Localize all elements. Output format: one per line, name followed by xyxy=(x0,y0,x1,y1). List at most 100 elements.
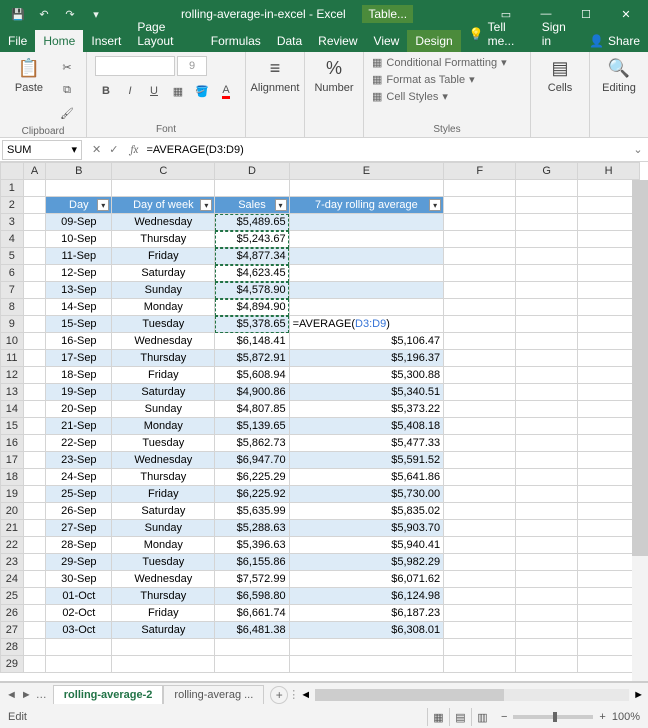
cell[interactable]: $6,308.01 xyxy=(289,622,444,639)
cell[interactable] xyxy=(289,180,444,197)
bold-button[interactable]: B xyxy=(95,80,117,102)
column-header[interactable]: B xyxy=(46,163,112,180)
cell[interactable] xyxy=(578,214,640,231)
cell[interactable]: $5,730.00 xyxy=(289,486,444,503)
column-header[interactable]: H xyxy=(578,163,640,180)
cell[interactable]: 01-Oct xyxy=(46,588,112,605)
cell[interactable] xyxy=(444,435,516,452)
row-header[interactable]: 17 xyxy=(1,452,24,469)
cell[interactable] xyxy=(578,452,640,469)
cell[interactable]: $5,373.22 xyxy=(289,401,444,418)
cell[interactable] xyxy=(444,265,516,282)
qat-customize-icon[interactable]: ▾ xyxy=(86,4,106,24)
cell[interactable] xyxy=(516,384,578,401)
cell[interactable]: $5,982.29 xyxy=(289,554,444,571)
redo-icon[interactable]: ↷ xyxy=(60,4,80,24)
sign-in[interactable]: Sign in xyxy=(534,16,581,52)
tab-review[interactable]: Review xyxy=(310,30,365,52)
row-header[interactable]: 23 xyxy=(1,554,24,571)
cell[interactable] xyxy=(578,282,640,299)
cell[interactable] xyxy=(578,367,640,384)
cell[interactable] xyxy=(516,180,578,197)
cell[interactable]: $6,148.41 xyxy=(215,333,289,350)
column-header[interactable]: A xyxy=(23,163,46,180)
cell[interactable]: $6,124.98 xyxy=(289,588,444,605)
cell[interactable] xyxy=(516,299,578,316)
name-box[interactable]: SUM▾ xyxy=(2,140,82,160)
tab-formulas[interactable]: Formulas xyxy=(203,30,269,52)
cell[interactable] xyxy=(444,571,516,588)
cell[interactable] xyxy=(444,350,516,367)
row-header[interactable]: 3 xyxy=(1,214,24,231)
cell[interactable]: $6,225.29 xyxy=(215,469,289,486)
row-header[interactable]: 2 xyxy=(1,197,24,214)
cell[interactable]: $6,661.74 xyxy=(215,605,289,622)
cell[interactable] xyxy=(23,316,46,333)
cell[interactable] xyxy=(578,622,640,639)
italic-button[interactable]: I xyxy=(119,80,141,102)
cell[interactable] xyxy=(23,401,46,418)
cell[interactable] xyxy=(289,248,444,265)
cell[interactable] xyxy=(444,299,516,316)
tab-nav-next-icon[interactable]: ► xyxy=(21,689,32,701)
row-header[interactable]: 25 xyxy=(1,588,24,605)
tab-home[interactable]: Home xyxy=(35,30,83,52)
tab-design[interactable]: Design xyxy=(407,30,460,52)
cancel-formula-icon[interactable]: ✕ xyxy=(92,143,101,156)
cell[interactable] xyxy=(444,180,516,197)
zoom-in-icon[interactable]: + xyxy=(599,711,605,723)
cell[interactable] xyxy=(112,656,215,673)
cell[interactable]: 17-Sep xyxy=(46,350,112,367)
cell[interactable] xyxy=(516,486,578,503)
cell[interactable] xyxy=(578,503,640,520)
cell[interactable] xyxy=(444,316,516,333)
table-header-cell[interactable]: 7-day rolling average▾ xyxy=(289,197,444,214)
cell[interactable]: $5,408.18 xyxy=(289,418,444,435)
row-header[interactable]: 20 xyxy=(1,503,24,520)
sheet-tab[interactable]: rolling-averag ... xyxy=(163,685,264,704)
cell[interactable]: Tuesday xyxy=(112,554,215,571)
cell[interactable] xyxy=(46,180,112,197)
scroll-left-icon[interactable]: ◄ xyxy=(300,689,311,701)
row-header[interactable]: 1 xyxy=(1,180,24,197)
cell[interactable]: $5,139.65 xyxy=(215,418,289,435)
cell[interactable]: 30-Sep xyxy=(46,571,112,588)
cell[interactable]: $6,071.62 xyxy=(289,571,444,588)
table-header-cell[interactable]: Day▾ xyxy=(46,197,112,214)
cell[interactable] xyxy=(23,622,46,639)
row-header[interactable]: 4 xyxy=(1,231,24,248)
tab-data[interactable]: Data xyxy=(269,30,310,52)
row-header[interactable]: 21 xyxy=(1,520,24,537)
cell[interactable] xyxy=(578,197,640,214)
select-all-cell[interactable] xyxy=(1,163,24,180)
cell[interactable] xyxy=(578,435,640,452)
cell[interactable]: $5,288.63 xyxy=(215,520,289,537)
cell[interactable] xyxy=(444,520,516,537)
cell[interactable] xyxy=(516,554,578,571)
cell[interactable] xyxy=(112,639,215,656)
cell[interactable]: 09-Sep xyxy=(46,214,112,231)
font-size-input[interactable]: 9 xyxy=(177,56,207,76)
cell[interactable]: $6,225.92 xyxy=(215,486,289,503)
cell[interactable]: 14-Sep xyxy=(46,299,112,316)
cell[interactable] xyxy=(23,486,46,503)
table-header-cell[interactable]: Day of week▾ xyxy=(112,197,215,214)
cell[interactable] xyxy=(444,537,516,554)
cell[interactable] xyxy=(578,248,640,265)
cell[interactable] xyxy=(23,299,46,316)
row-header[interactable]: 26 xyxy=(1,605,24,622)
cell[interactable]: Saturday xyxy=(112,622,215,639)
cell[interactable] xyxy=(578,384,640,401)
cell[interactable]: $5,608.94 xyxy=(215,367,289,384)
cell[interactable]: 26-Sep xyxy=(46,503,112,520)
cell[interactable] xyxy=(578,265,640,282)
row-header[interactable]: 18 xyxy=(1,469,24,486)
cell[interactable]: $5,106.47 xyxy=(289,333,444,350)
cell[interactable]: Friday xyxy=(112,486,215,503)
cell[interactable]: $5,243.67 xyxy=(215,231,289,248)
cell[interactable] xyxy=(215,180,289,197)
border-icon[interactable]: ▦ xyxy=(167,80,189,102)
row-header[interactable]: 27 xyxy=(1,622,24,639)
cell[interactable]: $5,903.70 xyxy=(289,520,444,537)
cell[interactable]: $5,300.88 xyxy=(289,367,444,384)
